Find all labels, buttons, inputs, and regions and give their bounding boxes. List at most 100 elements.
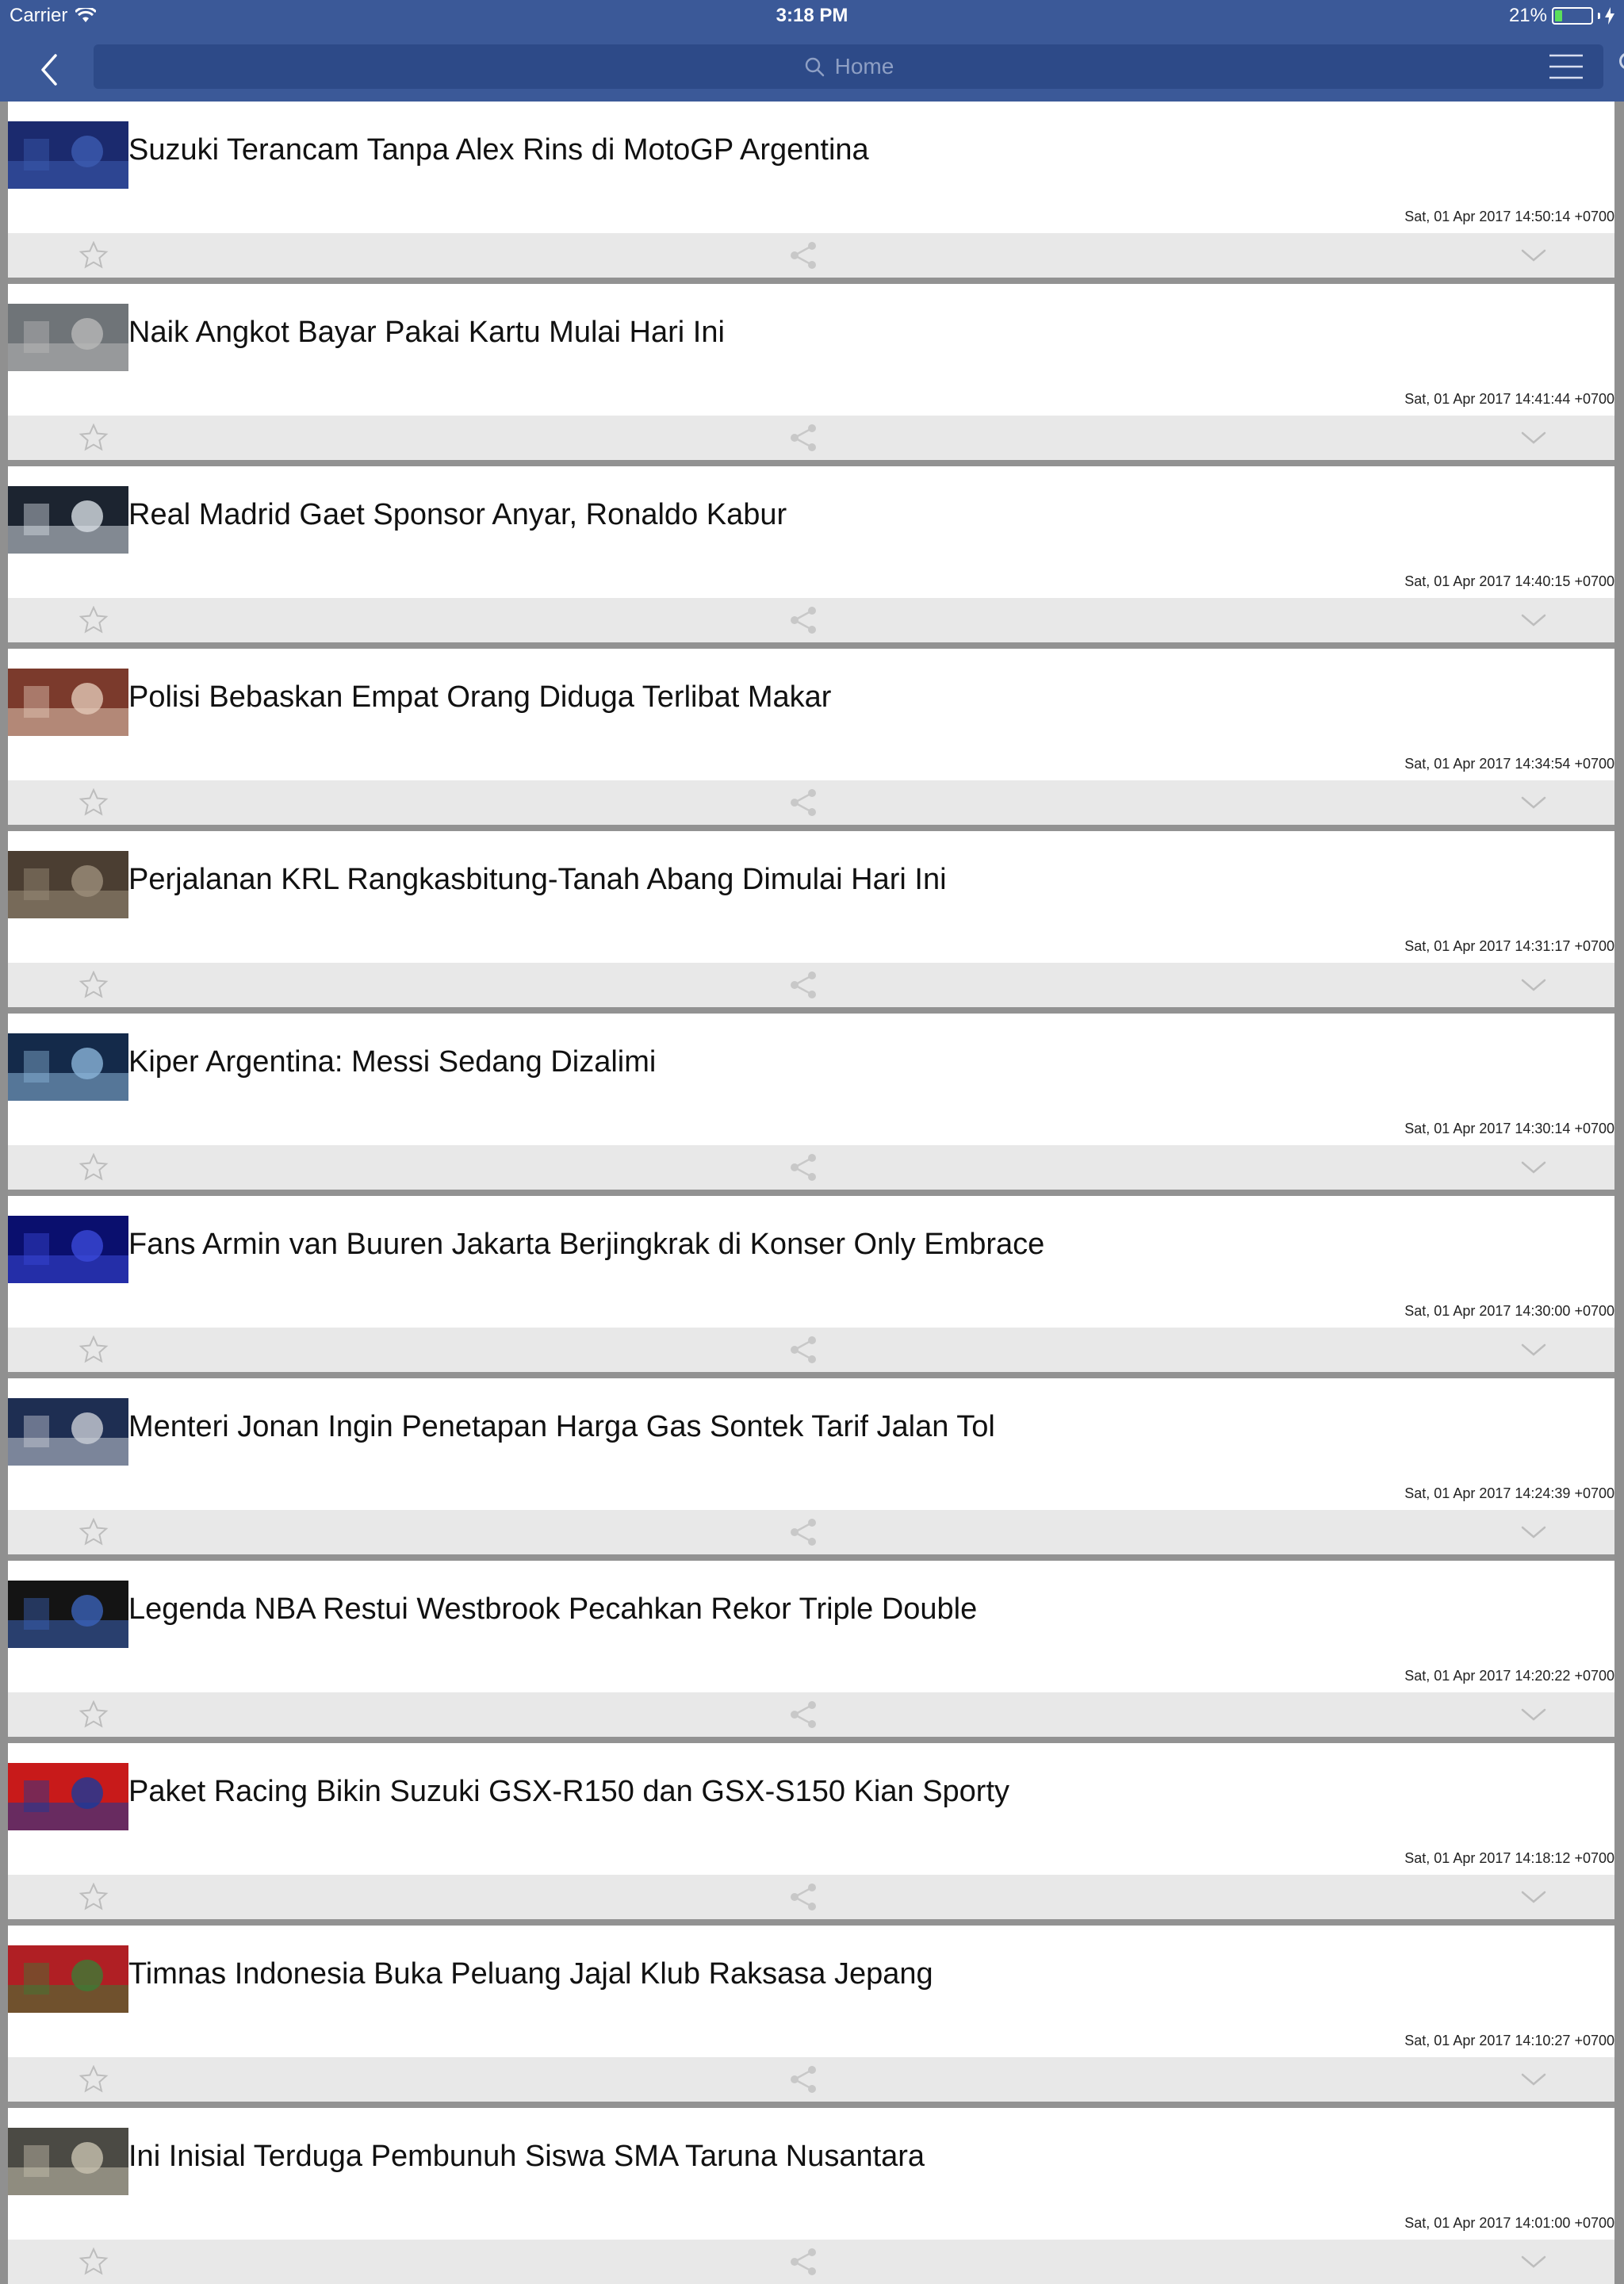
star-icon[interactable]: [78, 971, 109, 999]
chevron-down-icon[interactable]: [1518, 1883, 1549, 1911]
article-card-8[interactable]: Menteri Jonan Ingin Penetapan Harga Gas …: [8, 1378, 1614, 1554]
star-icon[interactable]: [78, 1700, 109, 1729]
article-thumbnail[interactable]: [8, 669, 128, 736]
chevron-down-icon[interactable]: [1518, 241, 1549, 270]
card-separator: [8, 825, 1614, 831]
chevron-down-icon[interactable]: [1518, 1153, 1549, 1182]
share-icon[interactable]: [788, 2248, 820, 2276]
star-icon[interactable]: [78, 1883, 109, 1911]
article-date: Sat, 01 Apr 2017 14:34:54 +0700: [1404, 756, 1614, 772]
article-title[interactable]: Legenda NBA Restui Westbrook Pecahkan Re…: [128, 1592, 977, 1627]
chevron-down-icon[interactable]: [1518, 606, 1549, 634]
article-thumbnail[interactable]: [8, 1398, 128, 1466]
share-icon[interactable]: [788, 423, 820, 452]
article-thumbnail[interactable]: [8, 1033, 128, 1101]
share-icon[interactable]: [788, 1336, 820, 1364]
article-thumbnail[interactable]: [8, 851, 128, 918]
article-date: Sat, 01 Apr 2017 14:30:00 +0700: [1404, 1303, 1614, 1319]
article-card-10[interactable]: Paket Racing Bikin Suzuki GSX-R150 dan G…: [8, 1743, 1614, 1919]
card-separator: [8, 1737, 1614, 1743]
article-date: Sat, 01 Apr 2017 14:20:22 +0700: [1404, 1668, 1614, 1684]
article-card-12[interactable]: Ini Inisial Terduga Pembunuh Siswa SMA T…: [8, 2108, 1614, 2284]
star-icon[interactable]: [78, 423, 109, 452]
share-icon[interactable]: [788, 241, 820, 270]
battery-indicator: 21%: [1509, 5, 1614, 27]
chevron-down-icon[interactable]: [1518, 1336, 1549, 1364]
article-date: Sat, 01 Apr 2017 14:10:27 +0700: [1404, 2033, 1614, 2048]
card-separator: [8, 1190, 1614, 1196]
chevron-down-icon[interactable]: [1518, 2065, 1549, 2094]
battery-icon: [1552, 7, 1593, 25]
card-separator: [8, 1554, 1614, 1561]
share-icon[interactable]: [788, 971, 820, 999]
article-title[interactable]: Suzuki Terancam Tanpa Alex Rins di MotoG…: [128, 133, 869, 167]
article-thumbnail[interactable]: [8, 2128, 128, 2195]
article-title[interactable]: Fans Armin van Buuren Jakarta Berjingkra…: [128, 1228, 1044, 1262]
star-icon[interactable]: [78, 606, 109, 634]
article-title[interactable]: Perjalanan KRL Rangkasbitung-Tanah Abang…: [128, 863, 947, 897]
share-icon[interactable]: [788, 2065, 820, 2094]
share-icon[interactable]: [788, 606, 820, 634]
article-title[interactable]: Ini Inisial Terduga Pembunuh Siswa SMA T…: [128, 2140, 925, 2174]
star-icon[interactable]: [78, 1336, 109, 1364]
article-title[interactable]: Polisi Bebaskan Empat Orang Diduga Terli…: [128, 680, 831, 715]
chevron-down-icon[interactable]: [1518, 423, 1549, 452]
article-thumbnail[interactable]: [8, 121, 128, 189]
article-card-5[interactable]: Perjalanan KRL Rangkasbitung-Tanah Abang…: [8, 831, 1614, 1007]
search-icon: [805, 57, 824, 77]
article-action-bar: [8, 2240, 1614, 2284]
star-icon[interactable]: [78, 2065, 109, 2094]
article-title[interactable]: Kiper Argentina: Messi Sedang Dizalimi: [128, 1045, 656, 1079]
star-icon[interactable]: [78, 788, 109, 817]
card-separator: [8, 278, 1614, 284]
star-icon[interactable]: [78, 1153, 109, 1182]
article-card-7[interactable]: Fans Armin van Buuren Jakarta Berjingkra…: [8, 1196, 1614, 1372]
article-card-3[interactable]: Real Madrid Gaet Sponsor Anyar, Ronaldo …: [8, 466, 1614, 642]
battery-percent: 21%: [1508, 5, 1547, 26]
search-placeholder: Home: [834, 54, 894, 79]
share-icon[interactable]: [788, 1883, 820, 1911]
article-card-1[interactable]: Suzuki Terancam Tanpa Alex Rins di MotoG…: [8, 102, 1614, 278]
article-thumbnail[interactable]: [8, 1581, 128, 1648]
back-arrow-icon[interactable]: [32, 46, 68, 94]
article-action-bar: [8, 2057, 1614, 2102]
article-title[interactable]: Paket Racing Bikin Suzuki GSX-R150 dan G…: [128, 1775, 1009, 1809]
hamburger-menu-icon[interactable]: [1548, 52, 1584, 81]
article-title[interactable]: Real Madrid Gaet Sponsor Anyar, Ronaldo …: [128, 498, 787, 532]
chevron-down-icon[interactable]: [1518, 971, 1549, 999]
card-separator: [8, 1007, 1614, 1014]
share-icon[interactable]: [788, 1518, 820, 1546]
share-icon[interactable]: [788, 788, 820, 817]
article-card-6[interactable]: Kiper Argentina: Messi Sedang Dizalimi S…: [8, 1014, 1614, 1190]
star-icon[interactable]: [78, 1518, 109, 1546]
search-bar[interactable]: Home: [94, 44, 1603, 89]
article-action-bar: [8, 780, 1614, 825]
article-action-bar: [8, 1510, 1614, 1554]
article-thumbnail[interactable]: [8, 1216, 128, 1283]
article-thumbnail[interactable]: [8, 1763, 128, 1830]
chevron-down-icon[interactable]: [1518, 2248, 1549, 2276]
article-thumbnail[interactable]: [8, 1945, 128, 2013]
chevron-down-icon[interactable]: [1518, 788, 1549, 817]
article-action-bar: [8, 416, 1614, 460]
share-icon[interactable]: [788, 1700, 820, 1729]
article-card-2[interactable]: Naik Angkot Bayar Pakai Kartu Mulai Hari…: [8, 284, 1614, 460]
card-separator: [8, 460, 1614, 466]
card-separator: [8, 1372, 1614, 1378]
article-card-4[interactable]: Polisi Bebaskan Empat Orang Diduga Terli…: [8, 649, 1614, 825]
status-time: 3:18 PM: [776, 5, 848, 26]
article-card-9[interactable]: Legenda NBA Restui Westbrook Pecahkan Re…: [8, 1561, 1614, 1737]
chevron-down-icon[interactable]: [1518, 1518, 1549, 1546]
star-icon[interactable]: [78, 2248, 109, 2276]
share-icon[interactable]: [788, 1153, 820, 1182]
article-thumbnail[interactable]: [8, 304, 128, 371]
star-icon[interactable]: [78, 241, 109, 270]
article-thumbnail[interactable]: [8, 486, 128, 554]
status-bar: Carrier 3:18 PM 21%: [0, 0, 1624, 33]
chevron-down-icon[interactable]: [1518, 1700, 1549, 1729]
article-card-11[interactable]: Timnas Indonesia Buka Peluang Jajal Klub…: [8, 1926, 1614, 2102]
card-separator: [8, 1919, 1614, 1926]
article-title[interactable]: Naik Angkot Bayar Pakai Kartu Mulai Hari…: [128, 316, 725, 350]
article-title[interactable]: Menteri Jonan Ingin Penetapan Harga Gas …: [128, 1410, 995, 1444]
article-title[interactable]: Timnas Indonesia Buka Peluang Jajal Klub…: [128, 1957, 933, 1991]
